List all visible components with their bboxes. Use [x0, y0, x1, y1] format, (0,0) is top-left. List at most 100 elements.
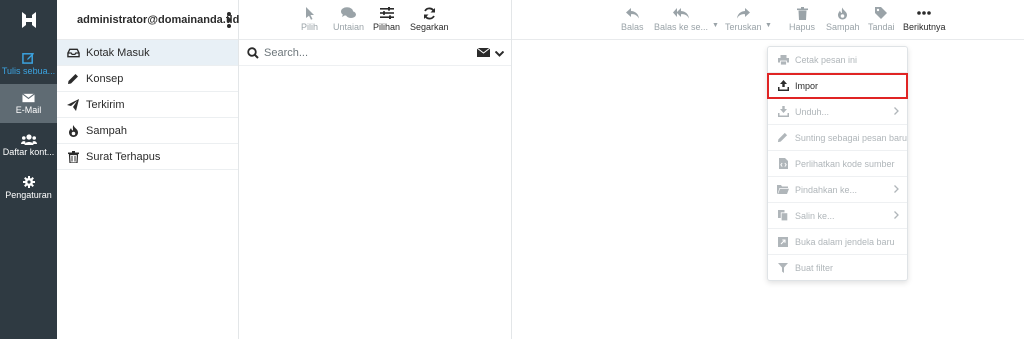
reply-all-icon	[673, 4, 690, 22]
folder-icon	[777, 184, 789, 196]
rail-contacts[interactable]: Daftar kont...	[0, 126, 57, 165]
reply-icon	[625, 4, 639, 22]
reply-button[interactable]: Balas	[621, 4, 644, 32]
rail-compose[interactable]: Tulis sebua...	[0, 44, 57, 83]
search-bar[interactable]: Search...	[239, 40, 511, 66]
users-icon	[20, 134, 37, 145]
menu-item-label: Sunting sebagai pesan baru	[794, 132, 907, 143]
forward-button[interactable]: Teruskan	[725, 4, 762, 32]
refresh-label: Segarkan	[410, 22, 449, 32]
forward-icon	[736, 4, 750, 22]
search-input[interactable]: Search...	[264, 47, 308, 59]
folder-sent[interactable]: Terkirim	[57, 92, 238, 118]
more-button[interactable]: Berikutnya	[903, 4, 946, 32]
threads-button[interactable]: Untaian	[333, 4, 364, 32]
menu-item-label: Unduh...	[795, 106, 830, 117]
menu-item-label: Perlihatkan kode sumber	[795, 158, 895, 169]
reply-all-label: Balas ke se...	[654, 22, 709, 32]
more-label: Berikutnya	[903, 22, 946, 32]
paper-plane-icon	[66, 98, 80, 112]
rail-compose-label: Tulis sebua...	[1, 66, 56, 76]
folder-inbox[interactable]: Kotak Masuk	[57, 40, 238, 66]
menu-item-create-filter[interactable]: Buat filter	[768, 255, 907, 281]
forward-caret-icon[interactable]: ▼	[765, 22, 772, 29]
menu-item-download[interactable]: Unduh...	[768, 99, 907, 125]
folder-drafts[interactable]: Konsep	[57, 66, 238, 92]
sliders-icon	[379, 4, 394, 22]
mark-button[interactable]: Tandai	[868, 4, 895, 32]
reply-all-caret-icon[interactable]: ▼	[712, 22, 719, 29]
pencil-icon	[66, 72, 80, 86]
menu-item-copy-to[interactable]: Salin ke...	[768, 203, 907, 229]
ellipsis-icon	[917, 4, 932, 22]
gear-icon	[22, 175, 35, 188]
forward-label: Teruskan	[725, 22, 762, 32]
menu-item-move-to[interactable]: Pindahkan ke...	[768, 177, 907, 203]
logo-icon	[21, 12, 36, 28]
more-menu: Cetak pesan ini Impor Unduh... Sunting s…	[767, 46, 908, 281]
filter-icon	[777, 262, 789, 274]
list-toolbar: Pilih Untaian Pilihan Segarkan	[239, 0, 511, 40]
chevron-down-icon[interactable]	[494, 48, 505, 60]
app-logo[interactable]	[0, 0, 57, 40]
menu-item-label: Buat filter	[795, 263, 834, 273]
folder-label: Sampah	[86, 124, 127, 137]
external-window-icon	[777, 236, 789, 248]
delete-button[interactable]: Hapus	[789, 4, 815, 32]
file-code-icon	[777, 158, 789, 170]
rail-contacts-label: Daftar kont...	[2, 147, 55, 157]
threads-label: Untaian	[333, 22, 365, 32]
spam-button[interactable]: Sampah	[826, 4, 860, 32]
tag-icon	[875, 4, 888, 22]
menu-item-open-new-window[interactable]: Buka dalam jendela baru	[768, 229, 907, 255]
menu-item-label: Buka dalam jendela baru	[795, 236, 895, 247]
menu-item-print[interactable]: Cetak pesan ini	[768, 47, 907, 73]
select-button[interactable]: Pilih	[301, 4, 318, 32]
menu-item-import[interactable]: Impor	[767, 73, 908, 99]
message-toolbar: Balas Balas ke se... ▼ Teruskan ▼ Hapus	[512, 0, 1024, 40]
chevron-right-icon	[894, 107, 899, 117]
search-envelope-icon[interactable]	[476, 47, 491, 60]
comments-icon	[341, 4, 357, 22]
spam-label: Sampah	[826, 22, 860, 32]
options-button[interactable]: Pilihan	[373, 4, 400, 32]
menu-item-view-source[interactable]: Perlihatkan kode sumber	[768, 151, 907, 177]
chevron-right-icon	[894, 185, 899, 195]
folder-label: Konsep	[86, 72, 124, 85]
download-icon	[777, 106, 789, 118]
refresh-button[interactable]: Segarkan	[410, 4, 449, 32]
pencil-icon	[777, 132, 789, 144]
inbox-icon	[66, 46, 80, 60]
menu-item-label: Cetak pesan ini	[795, 54, 858, 65]
copy-icon	[777, 210, 789, 222]
options-label: Pilihan	[373, 22, 401, 32]
upload-icon	[777, 80, 789, 92]
rail-settings-label: Pengaturan	[5, 189, 52, 200]
cursor-icon	[305, 4, 315, 22]
folder-label: Surat Terhapus	[86, 150, 161, 163]
folder-spam[interactable]: Sampah	[57, 118, 238, 144]
folder-panel: administrator@domainanda.tld Kotak Masuk…	[57, 0, 239, 339]
trash-icon	[796, 4, 808, 22]
reply-all-button[interactable]: Balas ke se...	[654, 4, 708, 32]
rail-email-label: E-Mail	[15, 104, 42, 115]
account-email: administrator@domainanda.tld	[77, 13, 240, 26]
delete-label: Hapus	[789, 22, 816, 32]
account-menu-icon[interactable]	[227, 12, 231, 28]
message-list-panel: Pilih Untaian Pilihan Segarkan Search...	[239, 0, 512, 339]
folder-label: Kotak Masuk	[86, 46, 150, 59]
folder-label: Terkirim	[86, 98, 125, 111]
menu-item-label: Pindahkan ke...	[795, 184, 858, 195]
rail-email[interactable]: E-Mail	[0, 84, 57, 123]
menu-item-label: Salin ke...	[795, 210, 835, 221]
search-icon	[247, 46, 259, 59]
rail-settings[interactable]: Pengaturan	[0, 168, 57, 207]
account-header: administrator@domainanda.tld	[57, 0, 240, 40]
fire-icon	[837, 4, 848, 22]
envelope-icon	[22, 92, 35, 102]
compose-icon	[22, 52, 35, 64]
select-label: Pilih	[301, 22, 319, 32]
menu-item-edit-as-new[interactable]: Sunting sebagai pesan baru	[768, 125, 907, 151]
refresh-icon	[423, 4, 436, 22]
folder-deleted[interactable]: Surat Terhapus	[57, 144, 238, 170]
